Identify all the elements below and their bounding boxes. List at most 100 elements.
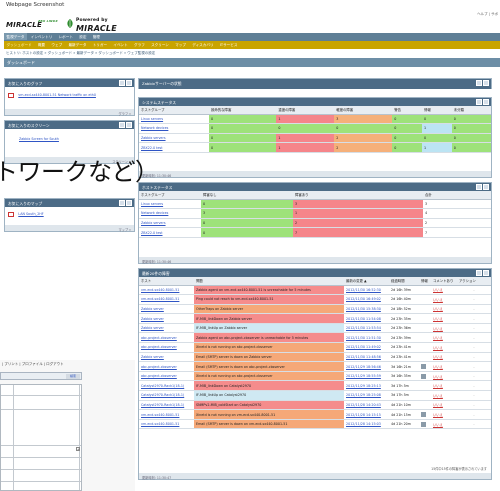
ack-link[interactable]: いいえ [431, 313, 457, 324]
collapse-icon[interactable] [126, 122, 132, 128]
fav-maps-footer[interactable]: マップ » [5, 225, 134, 232]
host-group-link[interactable]: Zabbix servers [139, 218, 201, 229]
issue-host-link[interactable]: Zabbix server [139, 352, 194, 363]
ack-link[interactable]: いいえ [431, 419, 457, 430]
issue-host-link[interactable]: abc-project-cbsserver [139, 342, 194, 353]
subnav-triggers[interactable]: トリガー [90, 41, 109, 48]
problem-count-cell[interactable]: 3 [293, 199, 423, 210]
host-group-link[interactable]: ZBX22.0 test [139, 227, 201, 238]
col-host-group[interactable]: ホストグループ [139, 106, 209, 115]
ack-link[interactable]: いいえ [431, 323, 457, 334]
ack-link[interactable]: いいえ [431, 342, 457, 353]
severity-count-cell[interactable]: 0 [209, 133, 277, 144]
severity-count-cell[interactable]: 3 [334, 114, 393, 125]
issue-description[interactable]: Zabbix agent on vm-ecd-sx440-8001-51 is … [194, 285, 344, 296]
info-icon[interactable] [421, 421, 426, 427]
ack-link[interactable]: いいえ [431, 332, 457, 344]
severity-count-cell[interactable]: 0 [209, 114, 277, 125]
issue-description[interactable]: Ping could not reach to vm-ecd-sx440-800… [194, 294, 344, 305]
header-links[interactable]: | プリント | プロファイル | ログアウト [2, 362, 64, 367]
issue-description[interactable]: Xinetd is not running on abc-project-cbs… [194, 342, 344, 353]
issue-last-change-link[interactable]: 2012/11/30 11:53:54 [344, 323, 389, 334]
ack-link[interactable]: いいえ [431, 294, 457, 305]
subnav-screens[interactable]: スクリーン [149, 41, 172, 48]
problem-count-cell[interactable]: 2 [293, 218, 423, 229]
subnav-dashboard[interactable]: ダッシュボード [4, 41, 34, 48]
issue-last-change-link[interactable]: 2012/11/30 11:48:56 [344, 352, 389, 363]
issue-description[interactable]: IF-MIB_linkUp on Zabbix server [194, 323, 344, 334]
issue-last-change-link[interactable]: 2012/11/30 11:54:08 [344, 313, 389, 324]
help-links[interactable]: ヘルプ | サポ [477, 12, 498, 17]
issue-last-change-link[interactable]: 2012/11/28 14:20:43 [344, 400, 389, 411]
collapse-icon[interactable] [483, 80, 489, 86]
nav-inventory[interactable]: インベントリ [28, 33, 55, 40]
problem-count-cell[interactable]: 7 [293, 227, 423, 238]
severity-count-cell[interactable]: 0 [334, 123, 393, 134]
issue-description[interactable]: SNMPv2-MIB_coldStart on Catalyst2970 [194, 400, 344, 411]
issue-last-change-link[interactable]: 2012/11/30 15:38:30 [344, 304, 389, 315]
issue-host-link[interactable]: Zabbix server [139, 323, 194, 334]
issue-last-change-link[interactable]: 2012/11/30 11:51:30 [344, 332, 389, 344]
issue-host-link[interactable]: vm-ecd-sx440-8001-51 [139, 419, 194, 430]
issue-description[interactable]: Xinetd is not running on abc-project-cbs… [194, 371, 344, 382]
issue-host-link[interactable]: vm-ecd-sx440-8001-51 [139, 285, 194, 296]
issue-last-change-link[interactable]: 2012/11/28 14:15:03 [344, 419, 389, 430]
host-group-link[interactable]: Network devices [139, 123, 209, 134]
host-group-link[interactable]: Zabbix servers [139, 133, 209, 144]
severity-count-cell[interactable]: 2 [334, 133, 393, 144]
menu-icon[interactable] [119, 80, 125, 86]
subnav-overview[interactable]: 概要 [35, 41, 47, 48]
ack-link[interactable]: いいえ [431, 304, 457, 315]
col-host[interactable]: ホスト [139, 277, 194, 286]
severity-count-cell[interactable]: 0 [451, 142, 491, 153]
info-icon[interactable] [421, 412, 426, 418]
host-group-link[interactable]: ZBX22.0 test [139, 142, 209, 153]
col-host-group[interactable]: ホストグループ [139, 191, 201, 200]
issue-host-link[interactable]: Catalyst2970-Rack1(18-1) [139, 400, 194, 411]
severity-count-cell[interactable]: 2 [334, 142, 393, 153]
severity-count-cell[interactable]: 1 [276, 114, 335, 125]
severity-count-cell[interactable]: 1 [276, 133, 335, 144]
severity-count-cell[interactable]: 1 [276, 142, 335, 153]
issue-description[interactable]: Email (SMTP) server is down on Zabbix se… [194, 352, 344, 363]
severity-count-cell[interactable]: 0 [392, 123, 422, 134]
issue-last-change-link[interactable]: 2012/11/30 16:52:30 [344, 285, 389, 296]
ack-link[interactable]: いいえ [431, 380, 457, 392]
issue-description[interactable]: Email (SMTP) server is down on abc-proje… [194, 361, 344, 372]
issue-last-change-link[interactable]: 2012/11/29 18:56:46 [344, 361, 389, 372]
subnav-web[interactable]: ウェブ [49, 41, 65, 48]
host-group-link[interactable]: Linux servers [139, 114, 209, 125]
severity-count-cell[interactable]: 0 [209, 142, 277, 153]
issue-description[interactable]: OtherTraps on Zabbix server [194, 304, 344, 315]
menu-icon[interactable] [476, 270, 482, 276]
nav-configuration[interactable]: 設定 [77, 33, 89, 40]
problem-count-cell[interactable]: 1 [293, 208, 423, 219]
severity-count-cell[interactable]: 0 [392, 133, 422, 144]
issue-last-change-link[interactable]: 2012/11/29 18:25:13 [344, 380, 389, 392]
ack-link[interactable]: いいえ [431, 390, 457, 401]
collapse-icon[interactable] [126, 80, 132, 86]
subnav-latest-data[interactable]: 最新データ [66, 41, 89, 48]
issue-description[interactable]: IF-MIB_linkDown on Catalyst2970 [194, 380, 344, 392]
issue-host-link[interactable]: Zabbix server [139, 304, 194, 315]
info-icon[interactable] [421, 373, 426, 379]
col-issue[interactable]: 問題 [194, 277, 344, 286]
issue-last-change-link[interactable]: 2012/11/28 14:15:15 [344, 409, 389, 420]
severity-count-cell[interactable]: 0 [276, 123, 335, 134]
issue-description[interactable]: Zabbix agent on abc-project-cbsserver is… [194, 332, 344, 344]
issue-description[interactable]: IF-MIB_linkDown on Zabbix server [194, 313, 344, 324]
info-icon[interactable] [421, 364, 426, 370]
subnav-graphs[interactable]: グラフ [132, 41, 148, 48]
collapse-icon[interactable] [483, 270, 489, 276]
subnav-it-services[interactable]: ITサービス [217, 41, 240, 48]
search-button[interactable]: 検索 [66, 374, 80, 379]
menu-icon[interactable] [476, 184, 482, 190]
fav-map-link[interactable]: LAN South_2HF [18, 212, 43, 216]
severity-count-cell[interactable]: 0 [421, 133, 452, 144]
severity-count-cell[interactable]: 0 [209, 123, 277, 134]
severity-count-cell[interactable]: 0 [421, 114, 452, 125]
issue-last-change-link[interactable]: 2012/11/29 18:25:08 [344, 390, 389, 401]
issue-host-link[interactable]: vm-ecd-sx440-8001-51 [139, 409, 194, 420]
miracle-zbx-logo[interactable]: MIRACLE [6, 21, 42, 29]
collapse-icon[interactable] [483, 99, 489, 105]
